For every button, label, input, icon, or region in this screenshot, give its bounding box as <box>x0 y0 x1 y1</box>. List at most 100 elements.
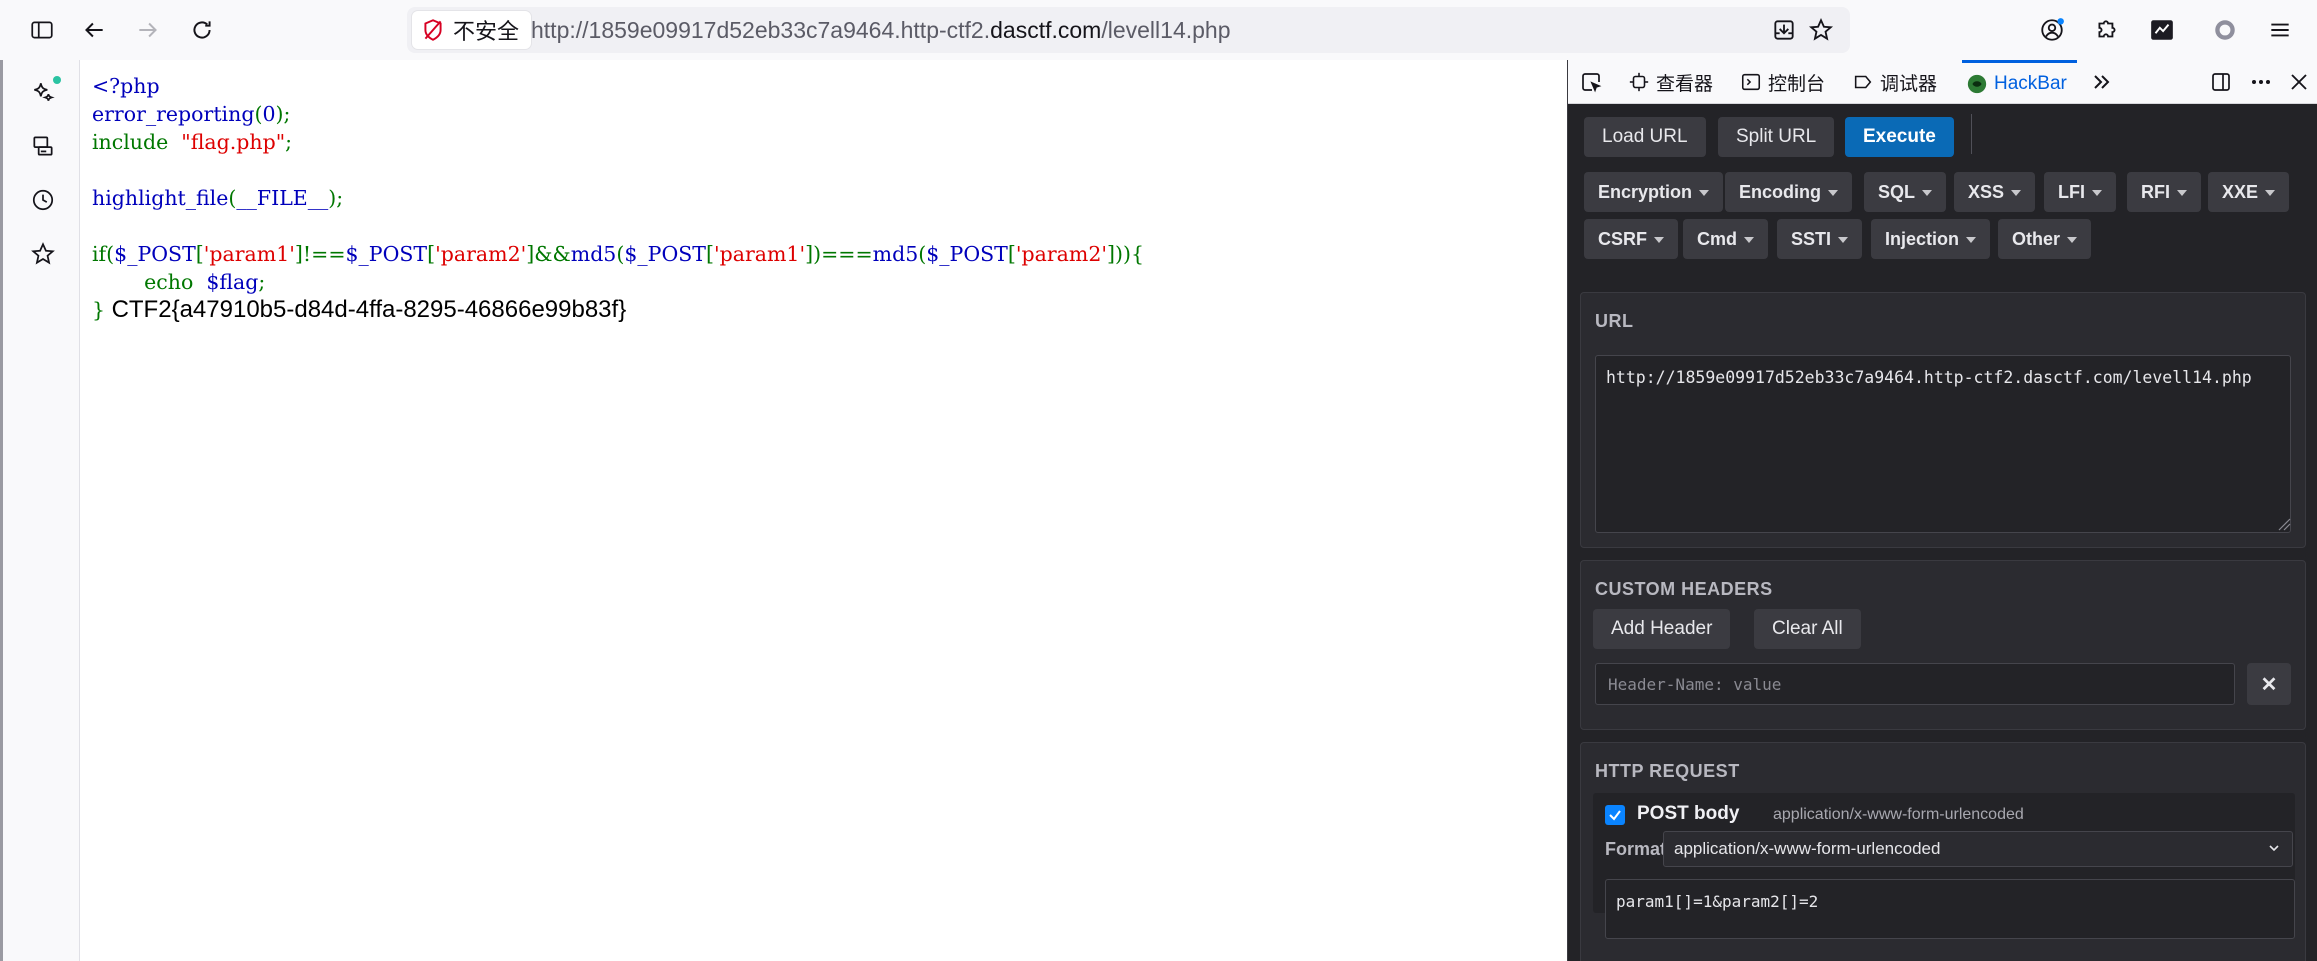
console-icon <box>1740 71 1762 93</box>
sidebar-toggle-icon[interactable] <box>22 10 62 50</box>
url-suffix: /levell14.php <box>1101 17 1231 43</box>
menu-lfi[interactable]: LFI <box>2044 172 2116 212</box>
format-select[interactable]: application/x-www-form-urlencoded <box>1663 831 2293 867</box>
account-icon[interactable] <box>2032 10 2072 50</box>
reload-icon[interactable] <box>182 10 222 50</box>
toolbar-separator <box>1971 114 1972 154</box>
menu-injection[interactable]: Injection <box>1871 219 1991 259</box>
menu-xxe[interactable]: XXE <box>2208 172 2290 212</box>
code-token: 'param2' <box>1015 242 1107 266</box>
more-options-icon[interactable] <box>2248 69 2274 95</box>
remove-header-button[interactable]: ✕ <box>2247 663 2291 705</box>
resize-grip-icon[interactable] <box>2275 515 2291 531</box>
post-body-label: POST body <box>1637 803 1740 824</box>
load-url-button[interactable]: Load URL <box>1584 117 1706 157</box>
menu-ssti[interactable]: SSTI <box>1777 219 1863 259</box>
address-text[interactable]: http://1859e09917d52eb33c7a9464.http-ctf… <box>531 17 1231 44</box>
url-bar[interactable]: 不安全 http://1859e09917d52eb33c7a9464.http… <box>407 7 1850 53</box>
menu-label: SSTI <box>1791 228 1832 249</box>
privacy-icon[interactable] <box>2205 10 2245 50</box>
code-token: $_POST <box>345 242 428 266</box>
url-domain: dasctf.com <box>990 17 1102 43</box>
menu-encryption[interactable]: Encryption <box>1584 172 1724 212</box>
php-source-code: <?php error_reporting(0); include "flag.ph… <box>92 72 1144 324</box>
tab-debugger[interactable]: 调试器 <box>1852 60 1937 104</box>
extensions-icon[interactable] <box>2087 10 2127 50</box>
terminal-extension-icon[interactable] <box>2142 10 2182 50</box>
code-token: } <box>92 298 112 322</box>
post-body-checkbox[interactable] <box>1605 805 1625 825</box>
tab-label: HackBar <box>1994 72 2067 94</box>
code-token: ]!== <box>294 242 346 266</box>
split-url-button[interactable]: Split URL <box>1718 117 1835 157</box>
menu-label: Encoding <box>1739 181 1821 202</box>
debugger-icon <box>1852 71 1874 93</box>
headers-panel-title: CUSTOM HEADERS <box>1595 579 1773 599</box>
add-header-button[interactable]: Add Header <box>1593 609 1731 649</box>
notification-dot <box>53 76 61 84</box>
menu-label: Cmd <box>1697 228 1737 249</box>
menu-encoding[interactable]: Encoding <box>1725 172 1852 212</box>
tab-label: 调试器 <box>1880 73 1938 95</box>
code-token: ; <box>285 130 293 154</box>
caret-down-icon <box>1838 237 1849 243</box>
tab-inspector[interactable]: 查看器 <box>1628 60 1713 104</box>
page-content: <?php error_reporting(0); include "flag.ph… <box>80 60 1567 961</box>
synced-tabs-icon[interactable] <box>23 126 63 166</box>
code-token: highlight_file <box>92 186 229 210</box>
site-security-indicator[interactable]: 不安全 <box>412 11 532 49</box>
hackbar-icon <box>1966 73 1988 95</box>
download-icon[interactable] <box>1769 15 1799 45</box>
caret-down-icon <box>2265 190 2276 196</box>
forward-arrow-icon[interactable] <box>128 10 168 50</box>
clear-all-button[interactable]: Clear All <box>1754 609 1861 649</box>
header-input[interactable]: Header-Name: value <box>1595 663 2235 705</box>
dock-layout-icon[interactable] <box>2208 69 2234 95</box>
code-token: ]&& <box>526 242 571 266</box>
caret-down-icon <box>1966 237 1977 243</box>
execute-button[interactable]: Execute <box>1845 117 1954 157</box>
checkmark-icon <box>1609 810 1621 821</box>
caret-down-icon <box>1699 190 1710 196</box>
devtools-panel: 查看器 控制台 调试器 HackBar Load URL Split URL E… <box>1567 60 2317 961</box>
code-token: include <box>92 130 182 154</box>
code-token: ; <box>258 270 266 294</box>
menu-label: Other <box>2012 228 2061 249</box>
menu-label: CSRF <box>1598 228 1647 249</box>
menu-other[interactable]: Other <box>1998 219 2092 259</box>
hackbar-panel: Load URL Split URL Execute Encryption En… <box>1568 104 2317 961</box>
insecure-shield-icon <box>420 17 446 43</box>
menu-rfi[interactable]: RFI <box>2127 172 2201 212</box>
bookmark-star-icon[interactable] <box>1806 15 1836 45</box>
back-arrow-icon[interactable] <box>74 10 114 50</box>
code-token: $flag <box>206 270 259 294</box>
code-token: <?php <box>92 74 160 98</box>
code-line: if($_POST['param1']!==$_POST['param2']&&… <box>92 240 1144 268</box>
menu-label: XSS <box>1968 181 2005 202</box>
code-line: } CTF2{a47910b5-d84d-4ffa-8295-46866e99b… <box>92 296 1144 324</box>
menu-xss[interactable]: XSS <box>1954 172 2036 212</box>
menu-icon[interactable] <box>2260 10 2300 50</box>
code-token: [ <box>705 242 714 266</box>
post-body-textarea[interactable]: param1[]=1&param2[]=2 <box>1605 879 2295 939</box>
element-picker-icon[interactable] <box>1578 69 1604 95</box>
tab-console[interactable]: 控制台 <box>1740 60 1825 104</box>
close-devtools-icon[interactable] <box>2286 69 2312 95</box>
menu-csrf[interactable]: CSRF <box>1584 219 1678 259</box>
tab-hackbar[interactable]: HackBar <box>1962 60 2077 104</box>
bookmarks-icon[interactable] <box>23 234 63 274</box>
tab-label: 控制台 <box>1768 73 1826 95</box>
history-icon[interactable] <box>23 180 63 220</box>
url-textarea[interactable]: http://1859e09917d52eb33c7a9464.http-ctf… <box>1595 355 2291 533</box>
code-token: md5 <box>570 242 617 266</box>
menu-cmd[interactable]: Cmd <box>1683 219 1768 259</box>
url-prefix: http://1859e09917d52eb33c7a9464.http-ctf… <box>531 17 991 43</box>
more-tabs-chevron-icon[interactable] <box>2089 69 2115 95</box>
menu-sql[interactable]: SQL <box>1864 172 1947 212</box>
url-panel-title: URL <box>1595 311 1634 331</box>
code-token: ])=== <box>805 242 873 266</box>
ai-sparkle-icon[interactable] <box>23 72 63 112</box>
request-panel-title: HTTP REQUEST <box>1595 761 1740 781</box>
http-request-panel: HTTP REQUEST POST body application/x-www… <box>1580 742 2306 961</box>
